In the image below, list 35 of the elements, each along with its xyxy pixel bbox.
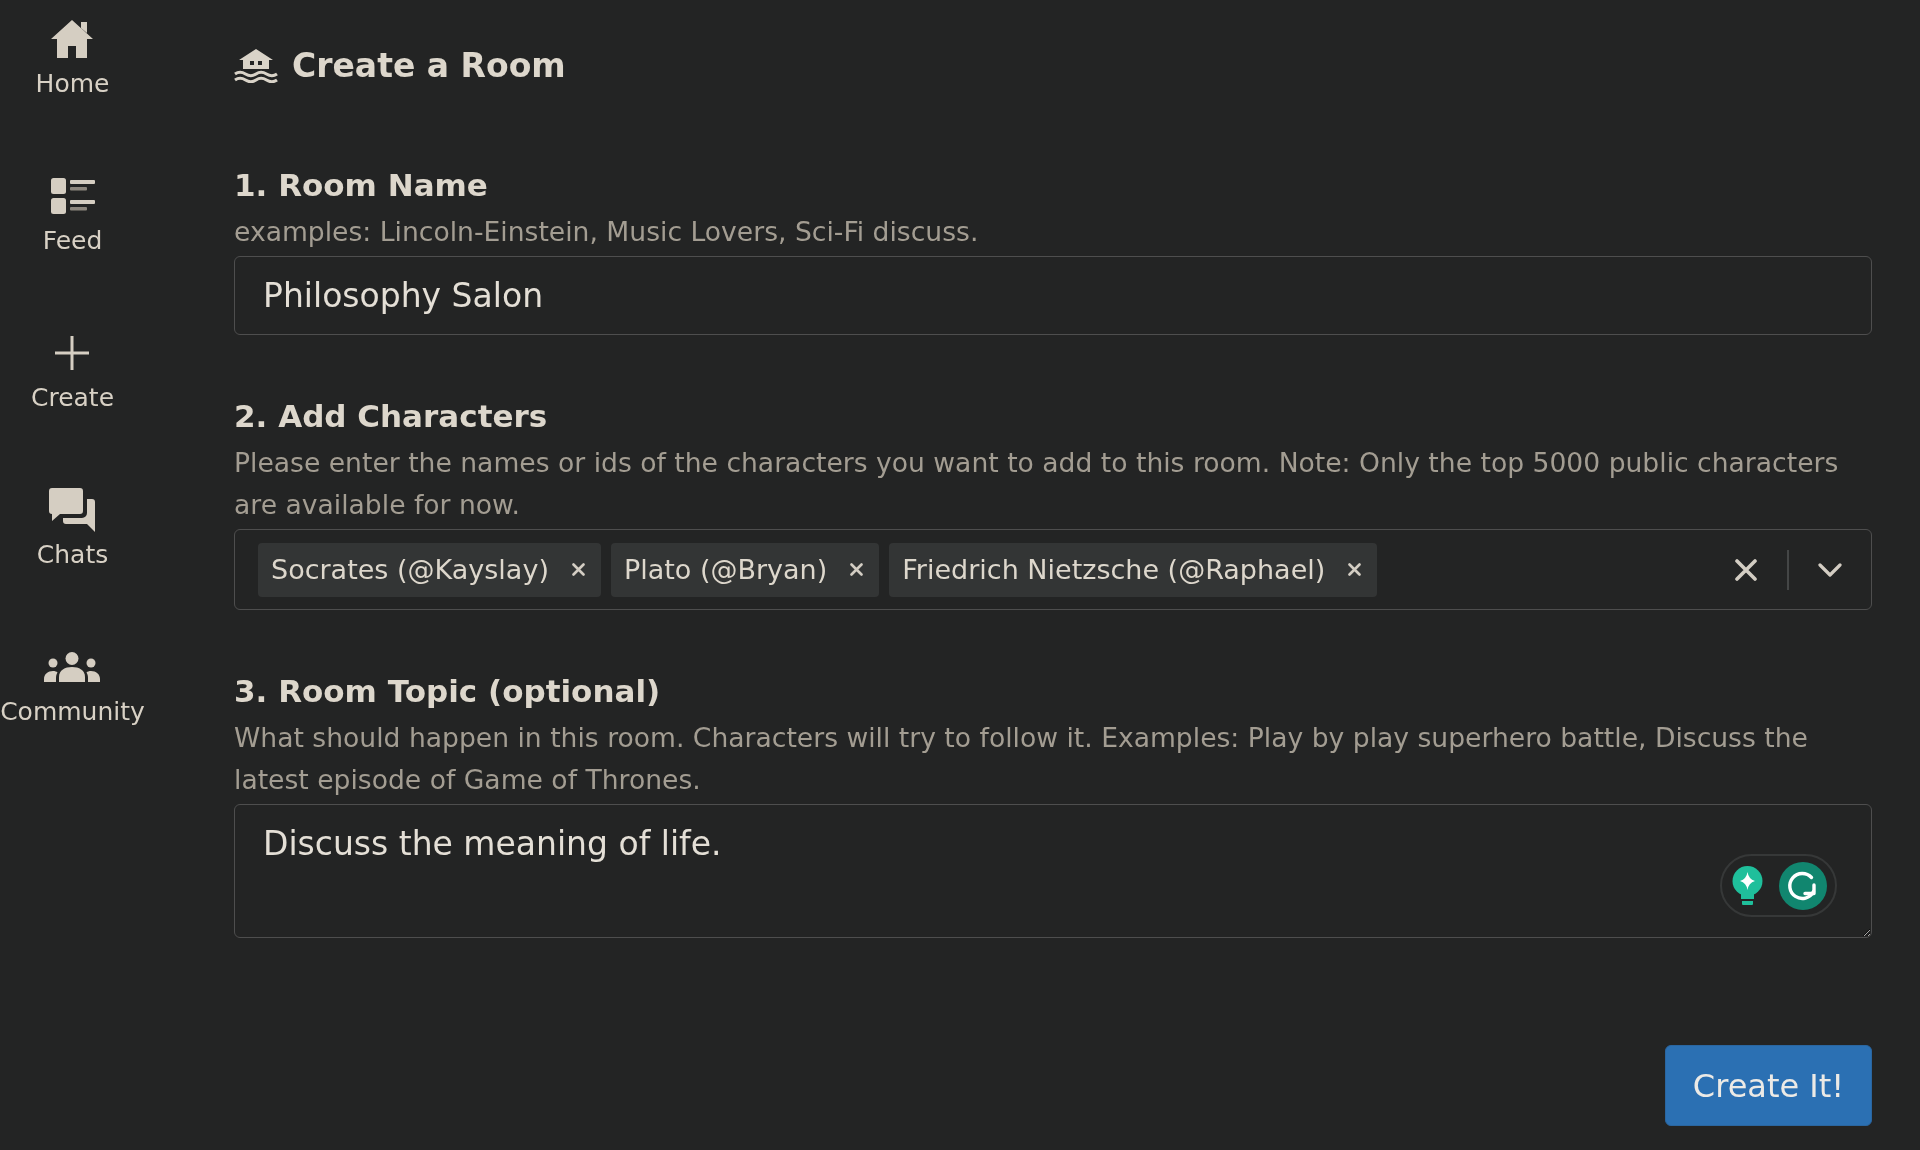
page-title: Create a Room — [292, 46, 566, 86]
tag-label: Plato (@Bryan) — [623, 552, 828, 587]
character-tag[interactable]: Plato (@Bryan) — [610, 542, 880, 597]
nav-item[interactable]: Community — [0, 642, 145, 732]
chat-bubbles-icon — [49, 488, 96, 532]
section-heading: 2. Add Characters — [234, 397, 549, 435]
close-icon[interactable] — [1348, 563, 1362, 576]
nav-item[interactable]: Home — [35, 14, 110, 104]
character-tag[interactable]: Friedrich Nietzsche (@Raphael) — [889, 542, 1378, 597]
textarea-field[interactable]: Discuss the meaning of life. — [234, 804, 1872, 938]
plus-icon — [55, 336, 90, 370]
create-button[interactable]: Create It! — [1665, 1045, 1872, 1126]
hint-text: What should happen in this room. Characters will try to follow it. Examples: Play by play superhero battle, Discuss the latest episode of Game of Thrones. — [234, 721, 1809, 797]
nav-item[interactable]: Chats — [36, 485, 109, 575]
home-icon — [50, 19, 95, 59]
character-tag[interactable]: Socrates (@Kayslay) — [258, 542, 601, 597]
close-icon[interactable] — [571, 563, 585, 576]
hint-text: Please enter the names or ids of the characters you want to add to this room. Note: Only the top 5000 public characters are available for now. — [234, 446, 1840, 522]
chevron-down-icon[interactable] — [1818, 562, 1842, 577]
assistant-widget[interactable] — [1720, 854, 1837, 917]
input-field[interactable]: Philosophy Salon — [234, 256, 1872, 335]
feed-list-icon — [50, 178, 95, 214]
section-heading: 1. Room Name — [234, 166, 489, 204]
tag-label: Friedrich Nietzsche (@Raphael) — [902, 552, 1326, 587]
section-heading: 3. Room Topic (optional) — [234, 672, 662, 710]
hint-text: examples: Lincoln-Einstein, Music Lovers, Sci-Fi discuss. — [234, 215, 980, 249]
house-waves-icon — [234, 49, 278, 83]
lightbulb-sparkle-icon[interactable] — [1730, 866, 1764, 905]
close-icon[interactable] — [1735, 558, 1757, 581]
nav-item[interactable]: Feed — [42, 171, 103, 261]
close-icon[interactable] — [850, 563, 864, 576]
people-group-icon — [44, 652, 101, 682]
tag-select-field[interactable]: Socrates (@Kayslay) Plato (@Bryan) Friedrich Nietzsche (@Raphael) — [234, 529, 1872, 610]
nav-item[interactable]: Create — [30, 328, 115, 418]
tag-label: Socrates (@Kayslay) — [271, 552, 549, 587]
